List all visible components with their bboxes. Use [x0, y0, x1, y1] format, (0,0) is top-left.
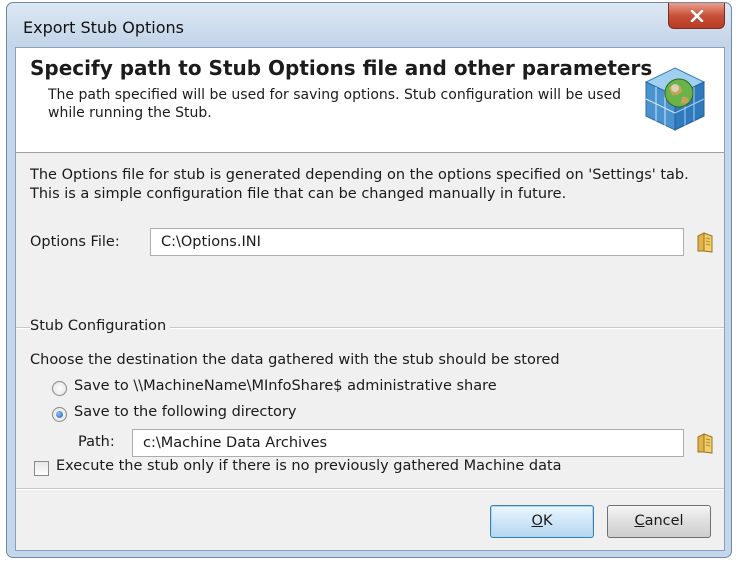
- cancel-label-rest: ancel: [644, 513, 684, 529]
- path-label: Path:: [78, 434, 115, 450]
- intro-text: The Options file for stub is generated d…: [30, 167, 689, 202]
- ok-button[interactable]: OK: [490, 505, 594, 538]
- header-description: The path specified will be used for savi…: [48, 87, 622, 121]
- stub-config-group-label: Stub Configuration: [30, 318, 171, 334]
- close-button[interactable]: [668, 3, 725, 29]
- ok-label-rest: K: [542, 513, 553, 529]
- footer-separator: [16, 488, 724, 490]
- cancel-mnemonic: C: [634, 513, 645, 529]
- path-input[interactable]: c:\Machine Data Archives: [132, 429, 684, 457]
- radio-save-to-share-label[interactable]: Save to \\MachineName\MInfoShare$ admini…: [74, 378, 497, 394]
- options-file-input[interactable]: C:\Options.INI: [150, 228, 684, 256]
- radio-save-to-directory[interactable]: [52, 407, 67, 422]
- cube-globe-icon: [644, 67, 706, 131]
- options-file-label: Options File:: [30, 234, 120, 250]
- execute-only-if-none-checkbox[interactable]: [34, 461, 49, 476]
- window-title: Export Stub Options: [23, 18, 185, 37]
- folder-icon[interactable]: [696, 432, 714, 454]
- dialog-client-area: Specify path to Stub Options file and ot…: [15, 47, 725, 551]
- stub-config-prompt: Choose the destination the data gathered…: [30, 352, 560, 368]
- export-stub-options-dialog: Export Stub Options Specify path to Stub…: [6, 2, 732, 558]
- close-icon: [690, 10, 704, 22]
- header-title: Specify path to Stub Options file and ot…: [30, 56, 653, 80]
- ok-mnemonic: O: [531, 513, 543, 529]
- folder-icon[interactable]: [696, 231, 714, 253]
- execute-only-if-none-label[interactable]: Execute the stub only if there is no pre…: [56, 458, 562, 474]
- cancel-button[interactable]: Cancel: [607, 505, 711, 538]
- title-bar[interactable]: Export Stub Options: [7, 3, 731, 47]
- dialog-header: Specify path to Stub Options file and ot…: [16, 48, 724, 153]
- radio-save-to-share[interactable]: [52, 381, 67, 396]
- radio-save-to-directory-label[interactable]: Save to the following directory: [74, 404, 296, 420]
